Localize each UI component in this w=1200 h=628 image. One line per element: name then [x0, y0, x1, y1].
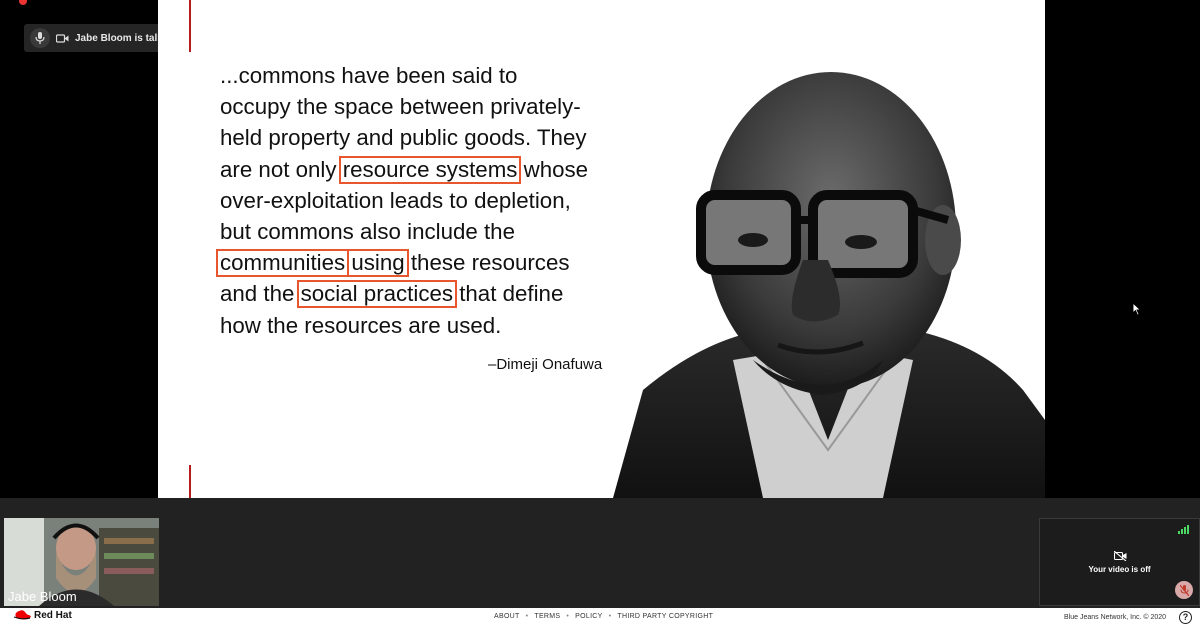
quote-text: whose	[517, 156, 589, 182]
footer-bar: Red Hat ABOUT • TERMS • POLICY • THIRD P…	[0, 608, 1200, 628]
recording-dot	[19, 0, 27, 5]
brand-name: Red Hat	[34, 609, 72, 621]
participant-name-label: Jabe Bloom	[8, 589, 77, 604]
quote-line: but commons also include the	[220, 216, 640, 247]
copyright-text: Blue Jeans Network, Inc. © 2020	[1064, 614, 1167, 621]
quote-text: how the resources are used.	[220, 312, 502, 338]
quote-line: and the social practices that define	[220, 278, 640, 309]
redhat-logo	[13, 610, 31, 620]
shared-slide: ...commons have been said to occupy the s…	[158, 0, 1045, 498]
mic-muted-icon[interactable]	[1175, 581, 1193, 599]
footer-link-policy[interactable]: POLICY	[575, 613, 602, 620]
footer-link-terms[interactable]: TERMS	[534, 613, 560, 620]
slide-attribution: –Dimeji Onafuwa	[488, 356, 603, 373]
footer-separator: •	[566, 613, 570, 620]
quote-text: that define	[453, 281, 564, 307]
video-camera-icon[interactable]	[56, 31, 70, 45]
quote-text: ...commons have been said to	[220, 63, 518, 88]
quote-text: these resources	[404, 250, 570, 276]
quote-line: communities using these resources	[216, 247, 640, 278]
footer-links: ABOUT • TERMS • POLICY • THIRD PARTY COP…	[494, 613, 713, 620]
speaker-portrait-photo	[613, 72, 1045, 498]
participant-tile-self[interactable]: Jabe Bloom	[4, 518, 159, 606]
quote-text: and the	[220, 281, 301, 307]
quote-line: held property and public goods. They	[220, 122, 640, 153]
local-video-tile[interactable]: Your video is off	[1039, 518, 1200, 606]
quote-line: occupy the space between privately-	[220, 91, 640, 122]
quote-text: over-exploitation leads to depletion,	[220, 187, 571, 213]
quote-highlight: using	[347, 249, 409, 278]
video-off-icon	[1114, 551, 1127, 561]
quote-line: ...commons have been said to	[220, 60, 640, 91]
microphone-icon[interactable]	[30, 28, 50, 48]
signal-icon	[1178, 525, 1189, 534]
quote-line: are not only resource systems whose	[220, 154, 640, 185]
quote-highlight: social practices	[296, 280, 458, 309]
quote-line: over-exploitation leads to depletion,	[220, 185, 640, 216]
footer-separator: •	[608, 613, 612, 620]
footer-link-third-party-copyright[interactable]: THIRD PARTY COPYRIGHT	[617, 613, 713, 620]
help-icon[interactable]: ?	[1179, 611, 1192, 624]
quote-text: but commons also include the	[220, 219, 515, 245]
cursor-icon	[1132, 302, 1142, 316]
slide-accent-line-top	[189, 0, 191, 52]
slide-accent-line-bottom	[189, 465, 191, 498]
quote-text: are not only	[220, 156, 343, 182]
quote-highlight: communities	[216, 249, 350, 278]
quote-highlight: resource systems	[338, 155, 522, 184]
participant-strip	[0, 498, 1200, 608]
meeting-window: Jabe Bloom is talking ...commons have be…	[0, 0, 1200, 628]
video-off-label: Your video is off	[1088, 565, 1151, 574]
quote-line: how the resources are used.	[220, 310, 640, 341]
footer-link-about[interactable]: ABOUT	[494, 613, 520, 620]
quote-text: held property and public goods. They	[220, 125, 587, 151]
slide-quote: ...commons have been said to occupy the s…	[216, 60, 640, 341]
brand: Red Hat	[12, 609, 72, 621]
quote-text: occupy the space between privately-	[220, 94, 581, 120]
footer-separator: •	[525, 613, 529, 620]
